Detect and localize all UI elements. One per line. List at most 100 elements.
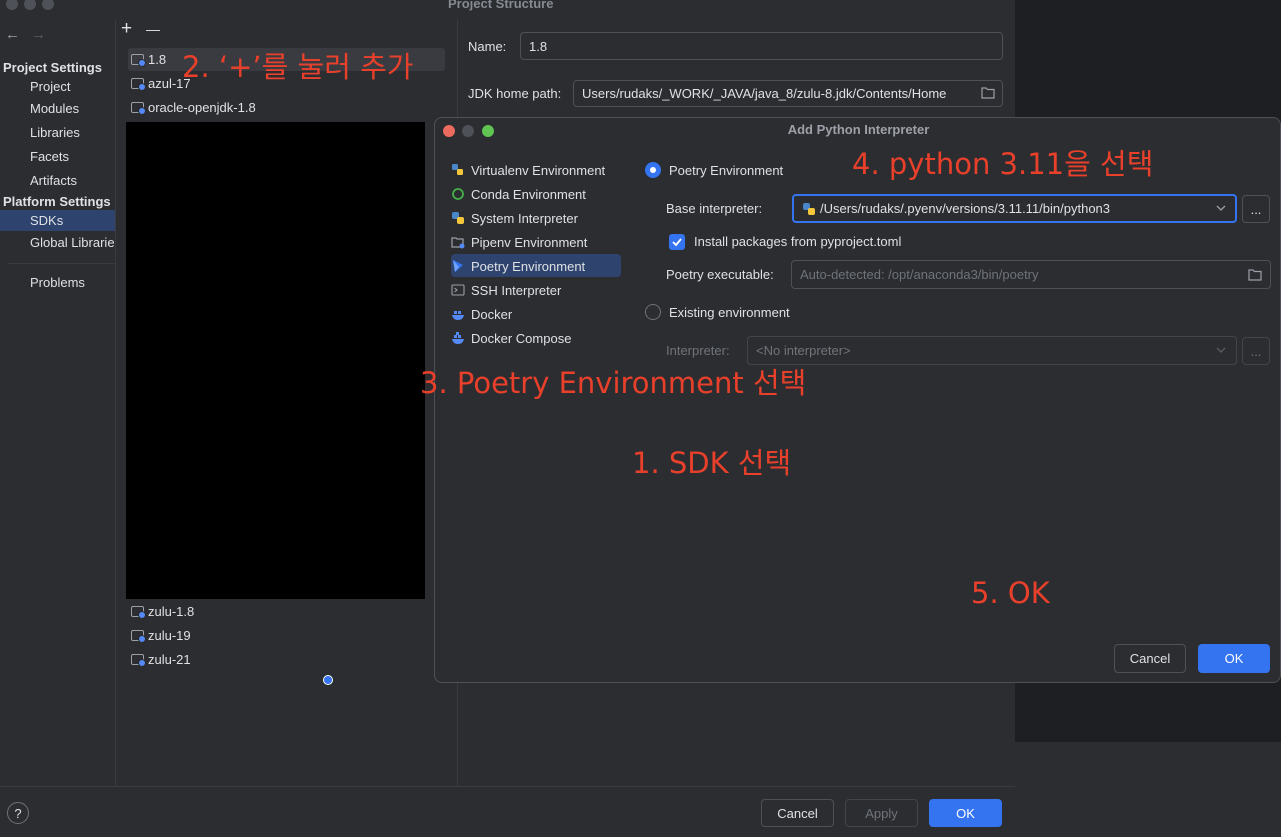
env-item-pipenv[interactable]: Pipenv Environment [451,231,621,253]
jdk-folder-icon [131,78,146,91]
browse-existing-button[interactable]: ... [1242,337,1270,365]
python-icon [802,202,816,216]
annotation-step-2: 2. ‘+’를 눌러 추가 [182,50,414,84]
nav-item-artifacts[interactable]: Artifacts [30,173,77,188]
nav-item-libraries[interactable]: Libraries [30,125,80,140]
sdk-item-label: zulu-19 [148,628,191,643]
install-packages-checkbox[interactable] [669,234,685,250]
jdk-home-value: Users/rudaks/_WORK/_JAVA/java_8/zulu-8.j… [582,86,947,101]
poetry-executable-placeholder: Auto-detected: /opt/anaconda3/bin/poetry [800,267,1039,282]
env-item-label: Docker [471,306,513,322]
nav-item-project[interactable]: Project [30,79,70,94]
existing-interpreter-value: <No interpreter> [756,343,851,358]
poetry-icon [451,259,465,273]
sdk-item[interactable]: 1.8 [131,52,166,67]
poetry-executable-field[interactable]: Auto-detected: /opt/anaconda3/bin/poetry [791,260,1271,289]
env-item-poetry[interactable]: Poetry Environment [451,255,621,277]
sdk-item[interactable]: zulu-19 [131,628,191,643]
env-item-docker[interactable]: Docker [451,303,621,325]
name-field[interactable]: 1.8 [520,32,1003,60]
jdk-folder-icon [131,654,146,667]
env-item-label: Pipenv Environment [471,234,588,250]
terminal-icon [451,283,465,297]
jdk-folder-icon [131,606,146,619]
annotation-step-5: 5. OK [971,576,1050,610]
name-label: Name: [468,39,507,54]
background-bottom-area [1015,742,1281,837]
forward-arrow-icon[interactable]: → [31,26,46,43]
env-item-system[interactable]: System Interpreter [451,207,621,229]
python-venv-icon [451,163,465,177]
folder-browse-icon[interactable] [981,86,995,99]
env-item-label: Poetry Environment [471,258,586,274]
existing-environment-radio[interactable] [645,304,661,320]
checkmark-icon [672,238,682,247]
sdk-item-label: oracle-openjdk-1.8 [148,100,256,115]
python-icon [451,211,465,225]
mouse-cursor-icon [323,675,333,685]
conda-icon [451,187,465,201]
nav-item-facets[interactable]: Facets [30,149,69,164]
poetry-environment-radio[interactable] [645,162,661,178]
env-item-label: Docker Compose [471,330,572,346]
nav-separator [8,263,115,264]
dialog-title: Add Python Interpreter [787,122,930,137]
poetry-environment-radio-label: Poetry Environment [669,163,784,178]
help-button[interactable]: ? [7,802,29,824]
sdk-item-label: zulu-1.8 [148,604,195,619]
env-item-ssh[interactable]: SSH Interpreter [451,279,621,301]
redacted-area [126,122,425,599]
sdk-item-label: 1.8 [148,52,167,67]
env-item-label: Virtualenv Environment [471,162,606,178]
nav-divider [115,20,116,787]
cancel-button[interactable]: Cancel [761,799,834,827]
docker-icon [451,307,465,321]
env-item-label: System Interpreter [471,210,578,226]
chevron-down-icon[interactable] [1216,204,1226,212]
ok-button[interactable]: OK [929,799,1002,827]
jdk-folder-icon [131,54,146,67]
existing-environment-radio-label: Existing environment [669,305,790,320]
folder-browse-icon[interactable] [1248,268,1262,281]
remove-sdk-button[interactable]: — [146,21,160,37]
jdk-home-label: JDK home path: [468,86,562,101]
browse-interpreter-button[interactable]: ... [1242,195,1270,223]
existing-interpreter-select[interactable]: <No interpreter> [747,336,1237,365]
add-sdk-button[interactable]: + [121,18,132,40]
sdk-item[interactable]: zulu-21 [131,652,191,667]
apply-button[interactable]: Apply [845,799,918,827]
env-item-conda[interactable]: Conda Environment [451,183,621,205]
back-arrow-icon[interactable]: ← [5,26,20,43]
docker-compose-icon [451,331,465,345]
jdk-folder-icon [131,630,146,643]
env-item-virtualenv[interactable]: Virtualenv Environment [451,159,621,181]
annotation-step-4: 4. python 3.11을 선택 [852,147,1154,181]
nav-item-sdks[interactable]: SDKs [30,213,63,228]
sdk-item[interactable]: zulu-1.8 [131,604,194,619]
base-interpreter-value: /Users/rudaks/.pyenv/versions/3.11.11/bi… [820,201,1111,216]
window-title: Project Structure [448,0,554,11]
env-item-docker-compose[interactable]: Docker Compose [451,327,621,349]
nav-item-problems[interactable]: Problems [30,275,85,290]
jdk-home-field[interactable]: Users/rudaks/_WORK/_JAVA/java_8/zulu-8.j… [573,80,1003,107]
nav-item-global-libraries[interactable]: Global Libraries [30,235,115,250]
nav-item-modules[interactable]: Modules [30,101,79,116]
sdk-item-label: zulu-21 [148,652,191,667]
dialog-cancel-button[interactable]: Cancel [1114,644,1186,673]
jdk-folder-icon [131,102,146,115]
env-item-label: Conda Environment [471,186,586,202]
install-packages-label: Install packages from pyproject.toml [694,234,902,249]
pipenv-icon [451,235,465,249]
interpreter-label: Interpreter: [666,343,730,358]
base-interpreter-select[interactable]: /Users/rudaks/.pyenv/versions/3.11.11/bi… [792,194,1237,223]
sdk-item[interactable]: oracle-openjdk-1.8 [131,100,256,115]
base-interpreter-label: Base interpreter: [666,201,763,216]
nav-section-platform-settings: Platform Settings [3,194,111,209]
chevron-down-icon[interactable] [1216,346,1226,354]
poetry-executable-label: Poetry executable: [666,267,774,282]
dialog-ok-button[interactable]: OK [1198,644,1270,673]
annotation-step-3: 3. Poetry Environment 선택 [420,366,807,400]
footer-divider [0,786,1015,787]
annotation-step-1: 1. SDK 선택 [632,446,792,480]
nav-section-project-settings: Project Settings [3,60,102,75]
